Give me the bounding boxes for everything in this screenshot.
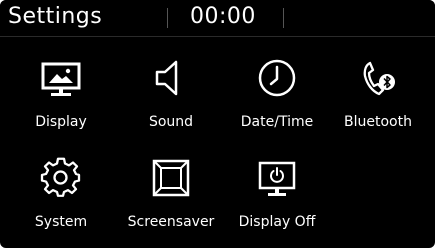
- menu-item-label: Date/Time: [240, 114, 314, 130]
- menu-item-system[interactable]: System: [6, 138, 116, 238]
- menu-item-date-time[interactable]: Date/Time: [222, 38, 332, 138]
- gear-icon: [39, 156, 83, 200]
- menu-item-bluetooth[interactable]: Bluetooth: [323, 38, 433, 138]
- display-icon: [39, 56, 83, 100]
- display-off-icon: [255, 156, 299, 200]
- speaker-icon: [149, 56, 193, 100]
- menu-item-label: Bluetooth: [344, 114, 412, 130]
- menu-item-display-off[interactable]: Display Off: [222, 138, 332, 238]
- menu-item-sound[interactable]: Sound: [116, 38, 226, 138]
- menu-item-label: System: [34, 214, 88, 230]
- menu-item-label: Display Off: [238, 214, 316, 230]
- header-divider-right: [283, 8, 284, 28]
- clock-display: 00:00: [190, 4, 256, 29]
- screensaver-icon: [149, 156, 193, 200]
- menu-item-label: Display: [35, 114, 87, 130]
- bluetooth-phone-icon: [356, 56, 400, 100]
- menu-item-label: Sound: [148, 114, 194, 130]
- header-divider-left: [167, 8, 168, 28]
- settings-screen: Settings 00:00 Display Sound Date/Time B…: [0, 0, 435, 248]
- page-title: Settings: [8, 4, 103, 29]
- menu-item-screensaver[interactable]: Screensaver: [116, 138, 226, 238]
- clock-icon: [255, 56, 299, 100]
- header-bar: Settings 00:00: [0, 0, 435, 37]
- menu-item-display[interactable]: Display: [6, 38, 116, 138]
- menu-item-label: Screensaver: [127, 214, 215, 230]
